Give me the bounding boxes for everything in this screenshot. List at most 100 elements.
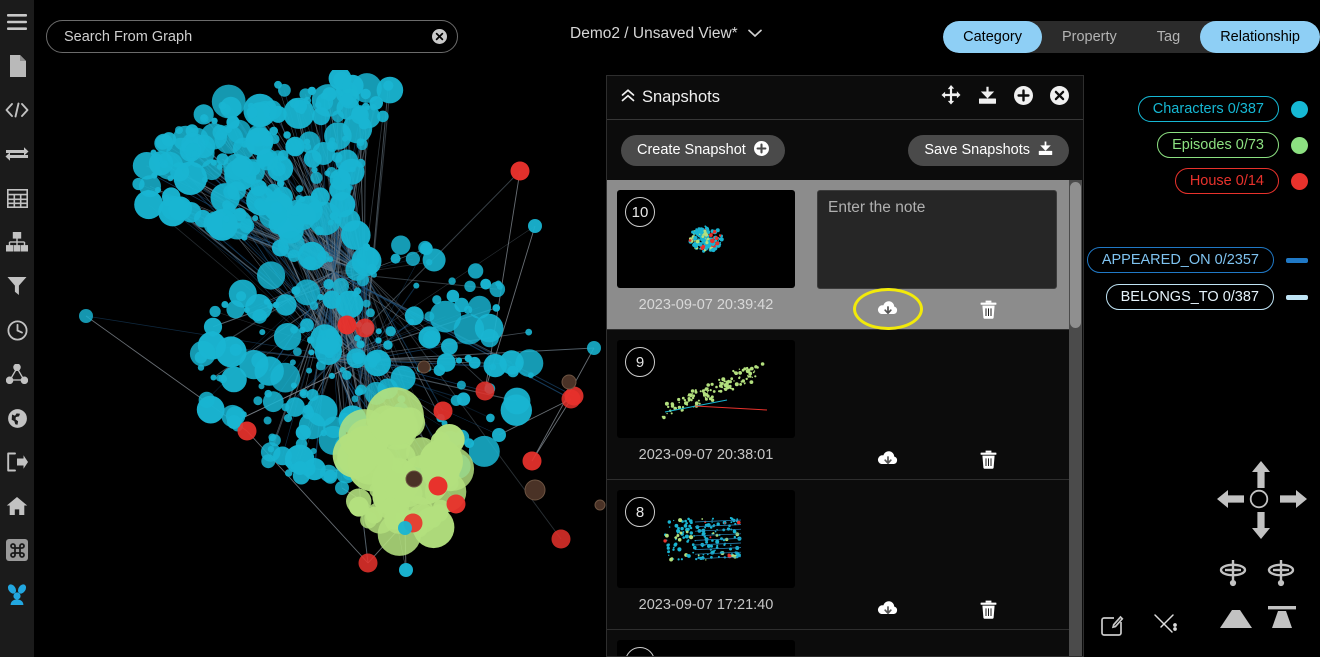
trash-icon[interactable] (980, 450, 997, 469)
history-icon[interactable] (0, 308, 34, 352)
legend-item: Characters 0/387 (1138, 96, 1308, 122)
legend-item: Episodes 0/73 (1157, 132, 1308, 158)
snapshots-panel[interactable]: Snapshots (606, 75, 1084, 657)
legend-item: APPEARED_ON 0/2357 (1087, 247, 1308, 273)
relationship-color-bar (1286, 295, 1308, 300)
snapshot-note-empty[interactable] (817, 340, 1057, 439)
snapshot-preview-cell: 9 2023-09-07 20:38:01 (607, 330, 805, 479)
cut-edges-icon[interactable] (1152, 612, 1178, 643)
snapshot-note-empty[interactable] (817, 640, 1057, 656)
snapshot-row[interactable]: 7 (607, 630, 1069, 656)
snapshot-preview-cell: 82023-09-07 17:21:40 (607, 480, 805, 629)
chevron-up-double-icon[interactable] (621, 88, 635, 107)
relationship-chip[interactable]: BELONGS_TO 0/387 (1106, 284, 1274, 310)
cloud-download-icon[interactable] (877, 450, 899, 468)
snapshots-scrollbar[interactable] (1069, 180, 1082, 656)
hierarchy-icon[interactable] (0, 220, 34, 264)
category-color-dot (1291, 173, 1308, 190)
snapshot-thumbnail[interactable]: 9 (617, 340, 795, 438)
category-color-dot (1291, 101, 1308, 118)
snapshot-number-badge: 9 (625, 347, 655, 377)
snapshot-row-actions (817, 589, 1057, 629)
pan-down-icon[interactable] (1246, 510, 1276, 545)
category-chip[interactable]: Episodes 0/73 (1157, 132, 1279, 158)
save-snapshots-button[interactable]: Save Snapshots (908, 135, 1069, 166)
download-icon[interactable] (978, 86, 997, 110)
tab-relationship[interactable]: Relationship (1200, 21, 1320, 53)
app-root: Demo2 / Unsaved View* CategoryPropertyTa… (0, 0, 1320, 657)
globe-icon[interactable] (0, 396, 34, 440)
category-chip[interactable]: Characters 0/387 (1138, 96, 1279, 122)
left-sidebar (0, 0, 34, 657)
snapshot-thumbnail[interactable]: 8 (617, 490, 795, 588)
plus-circle-icon (754, 141, 769, 160)
tilt-down-icon[interactable] (1220, 607, 1252, 634)
category-legend: Characters 0/387 Episodes 0/73 House 0/14 (1138, 96, 1308, 194)
chevron-down-icon[interactable] (748, 25, 762, 43)
user-avatar-icon[interactable] (0, 572, 34, 616)
snapshots-scrollbar-thumb[interactable] (1070, 182, 1081, 328)
home-icon[interactable] (0, 484, 34, 528)
clear-icon[interactable] (432, 29, 447, 44)
cloud-download-icon[interactable] (877, 600, 899, 618)
snapshot-note-input[interactable] (817, 190, 1057, 289)
snapshot-thumbnail[interactable]: 7 (617, 640, 795, 656)
snapshots-panel-header: Snapshots (607, 76, 1083, 120)
table-icon[interactable] (0, 176, 34, 220)
snapshot-preview-cell: 102023-09-07 20:39:42 (607, 180, 805, 329)
logout-icon[interactable] (0, 440, 34, 484)
snapshots-action-bar: Create Snapshot Save Snapshots (607, 120, 1083, 180)
snapshot-preview-cell: 7 (607, 630, 805, 656)
cloud-download-icon[interactable] (877, 300, 899, 318)
relationship-chip[interactable]: APPEARED_ON 0/2357 (1087, 247, 1274, 273)
snapshot-thumbnail[interactable]: 10 (617, 190, 795, 288)
legend-item: House 0/14 (1175, 168, 1308, 194)
search-input[interactable] (64, 29, 432, 45)
tab-category[interactable]: Category (943, 21, 1042, 53)
filter-icon[interactable] (0, 264, 34, 308)
trash-icon[interactable] (980, 600, 997, 619)
rotate-left-icon[interactable] (1216, 557, 1250, 592)
pan-right-icon[interactable] (1278, 484, 1308, 519)
snapshot-row[interactable]: 82023-09-07 17:21:40 (607, 480, 1069, 630)
trash-icon[interactable] (980, 300, 997, 319)
snapshot-row-actions (817, 289, 1057, 329)
menu-icon[interactable] (0, 0, 34, 44)
annotate-icon[interactable] (1100, 612, 1126, 643)
command-icon[interactable] (0, 528, 34, 572)
snapshots-panel-title: Snapshots (621, 88, 720, 107)
category-chip[interactable]: House 0/14 (1175, 168, 1279, 194)
search-bar[interactable] (46, 20, 458, 53)
document-icon[interactable] (0, 44, 34, 88)
close-icon[interactable] (1050, 86, 1069, 110)
create-snapshot-label: Create Snapshot (637, 142, 746, 158)
save-icon (1038, 141, 1053, 160)
legend-item: BELONGS_TO 0/387 (1106, 284, 1308, 310)
category-color-dot (1291, 137, 1308, 154)
snapshots-list-viewport: 102023-09-07 20:39:42 9 2023-09-07 20:38:0… (607, 180, 1083, 656)
snapshot-note-cell (805, 330, 1069, 479)
tab-tag[interactable]: Tag (1137, 21, 1200, 53)
snapshot-timestamp: 2023-09-07 20:38:01 (639, 447, 774, 463)
snapshot-number-badge: 8 (625, 497, 655, 527)
relationship-color-bar (1286, 258, 1308, 263)
snapshot-note-empty[interactable] (817, 490, 1057, 589)
snapshot-row[interactable]: 9 2023-09-07 20:38:01 (607, 330, 1069, 480)
snapshot-note-cell (805, 630, 1069, 656)
move-icon[interactable] (941, 85, 961, 110)
create-snapshot-button[interactable]: Create Snapshot (621, 135, 785, 166)
snapshot-row[interactable]: 102023-09-07 20:39:42 (607, 180, 1069, 330)
tab-property[interactable]: Property (1042, 21, 1137, 53)
add-icon[interactable] (1014, 86, 1033, 110)
transfer-icon[interactable] (0, 132, 34, 176)
rotate-right-icon[interactable] (1264, 557, 1298, 592)
code-icon[interactable] (0, 88, 34, 132)
tilt-up-icon[interactable] (1266, 605, 1298, 634)
snapshot-note-cell (805, 480, 1069, 629)
network-icon[interactable] (0, 352, 34, 396)
breadcrumb[interactable]: Demo2 / Unsaved View* (570, 25, 762, 43)
breadcrumb-label: Demo2 / Unsaved View* (570, 25, 738, 43)
view-mode-tabs: CategoryPropertyTagRelationship (943, 21, 1320, 53)
snapshots-title-text: Snapshots (642, 88, 720, 107)
pan-left-icon[interactable] (1216, 484, 1246, 519)
